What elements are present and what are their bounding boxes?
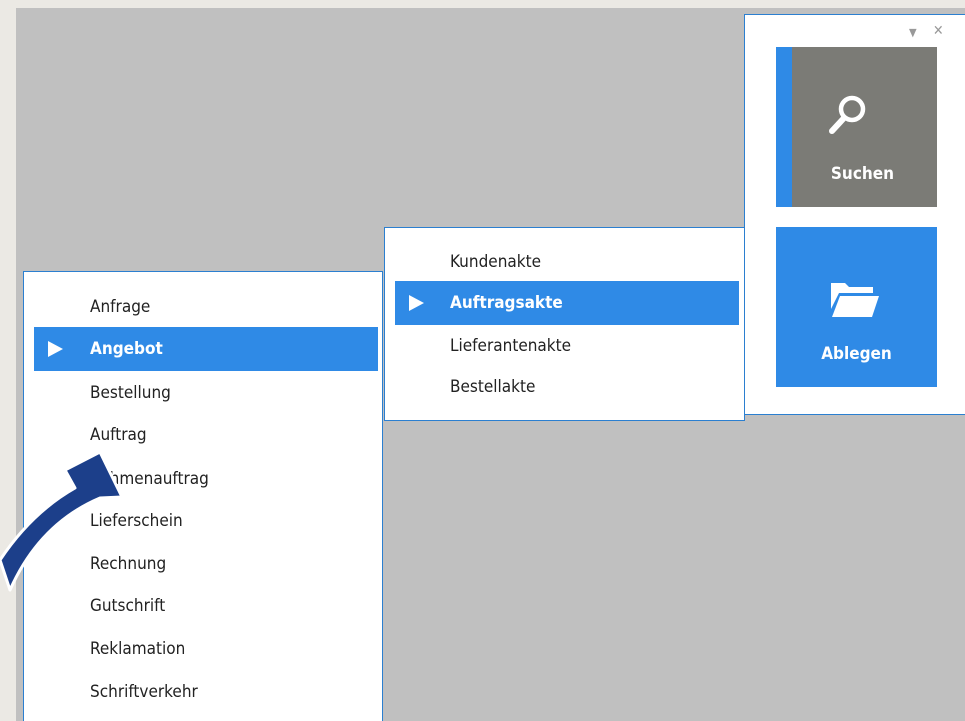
submenu-arrow-icon [48,341,63,357]
menu-item-label: Gutschrift [90,596,166,616]
folder-icon [831,283,879,317]
menu-item-label: Bestellung [90,383,171,403]
menu-item-label: Rahmenauftrag [90,469,209,489]
menu-item-label: Anfrage [90,297,151,317]
submenu-item-auftragsakte[interactable]: Auftragsakte [395,281,739,325]
magnifier-icon [829,95,866,134]
menu-item-label: Rechnung [90,554,167,574]
file-tile-label: Ablegen [821,344,892,364]
document-type-menu: Anfrage Angebot Bestellung Auftrag Rahme… [23,271,383,721]
menu-item-label: Auftrag [90,425,147,445]
menu-item-auftrag[interactable]: Auftrag [24,413,382,457]
menu-item-label: Schriftverkehr [90,682,198,702]
menu-item-label: Lieferschein [90,511,183,531]
submenu-item-kundenakte[interactable]: Kundenakte [385,240,744,284]
menu-item-label: Angebot [90,339,163,359]
submenu-item-bestellakte[interactable]: Bestellakte [385,365,744,409]
menu-item-anfrage[interactable]: Anfrage [24,285,382,329]
submenu-arrow-icon [409,295,424,311]
menu-item-label: Lieferantenakte [450,336,572,356]
file-type-submenu: Kundenakte Auftragsakte Lieferantenakte … [384,227,745,421]
close-icon[interactable]: ✕ [933,23,944,39]
file-tile-button[interactable]: Ablegen [776,227,937,387]
menu-item-angebot[interactable]: Angebot [34,327,378,371]
search-tile-button[interactable]: Suchen [776,47,937,207]
menu-item-schriftverkehr[interactable]: Schriftverkehr [24,670,382,714]
menu-item-rechnung[interactable]: Rechnung [24,542,382,586]
menu-item-label: Reklamation [90,639,186,659]
menu-item-label: Auftragsakte [450,293,563,313]
menu-item-lieferschein[interactable]: Lieferschein [24,499,382,543]
menu-item-reklamation[interactable]: Reklamation [24,627,382,671]
menu-item-rahmenauftrag[interactable]: Rahmenauftrag [24,457,382,501]
menu-item-bestellung[interactable]: Bestellung [24,371,382,415]
submenu-item-lieferantenakte[interactable]: Lieferantenakte [385,324,744,368]
menu-item-label: Bestellakte [450,377,536,397]
menu-item-gutschrift[interactable]: Gutschrift [24,584,382,628]
search-tile-label: Suchen [830,164,895,184]
menu-item-label: Kundenakte [450,252,542,272]
dropdown-icon[interactable]: ▼ [909,26,917,39]
